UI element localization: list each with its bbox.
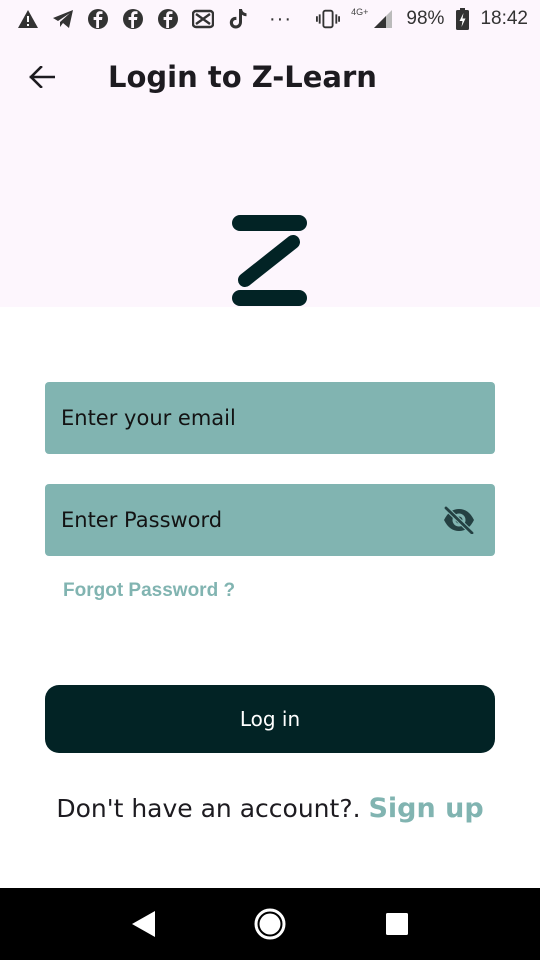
app-bar: Login to Z-Learn [0,40,540,114]
nav-home-button[interactable] [248,902,292,946]
email-field[interactable] [45,382,495,454]
status-bar-system: 4G+ 98% 18:42 [316,7,528,31]
password-field[interactable] [45,484,495,556]
facebook-icon [121,7,145,31]
triangle-back-icon [132,911,156,937]
nav-recents-button[interactable] [375,902,419,946]
square-recents-icon [385,913,408,935]
signal-icon [371,7,395,31]
facebook-icon [156,7,180,31]
signup-prompt-text: Don't have an account?. [56,794,369,823]
forgot-password-link[interactable]: Forgot Password ? [63,580,235,602]
clock: 18:42 [480,8,528,29]
status-bar-notifications: ··· [16,7,292,31]
facebook-icon [86,7,110,31]
visibility-off-icon [444,506,474,534]
capcut-icon [191,7,215,31]
z-learn-logo [231,214,309,309]
arrow-back-icon [29,66,55,88]
status-bar: ··· 4G+ 98% 18:42 [0,0,540,38]
tiktok-icon [226,7,250,31]
signup-link[interactable]: Sign up [368,793,483,824]
email-input[interactable] [61,382,479,454]
page-title: Login to Z-Learn [108,60,377,94]
login-button[interactable]: Log in [45,685,495,753]
network-type-label: 4G+ [351,7,369,17]
circle-home-icon [254,908,286,940]
warning-icon [16,7,40,31]
password-input[interactable] [61,484,479,556]
battery-charging-icon [455,7,469,31]
system-navigation-bar [0,888,540,960]
signup-prompt-row: Don't have an account?. Sign up [0,793,540,824]
telegram-icon [51,7,75,31]
more-notifications-indicator: ··· [269,7,292,30]
nav-back-button[interactable] [121,902,165,946]
toggle-password-visibility-button[interactable] [441,505,477,535]
back-button[interactable] [22,57,62,97]
vibrate-icon [316,7,341,31]
battery-percentage: 98% [406,8,445,29]
